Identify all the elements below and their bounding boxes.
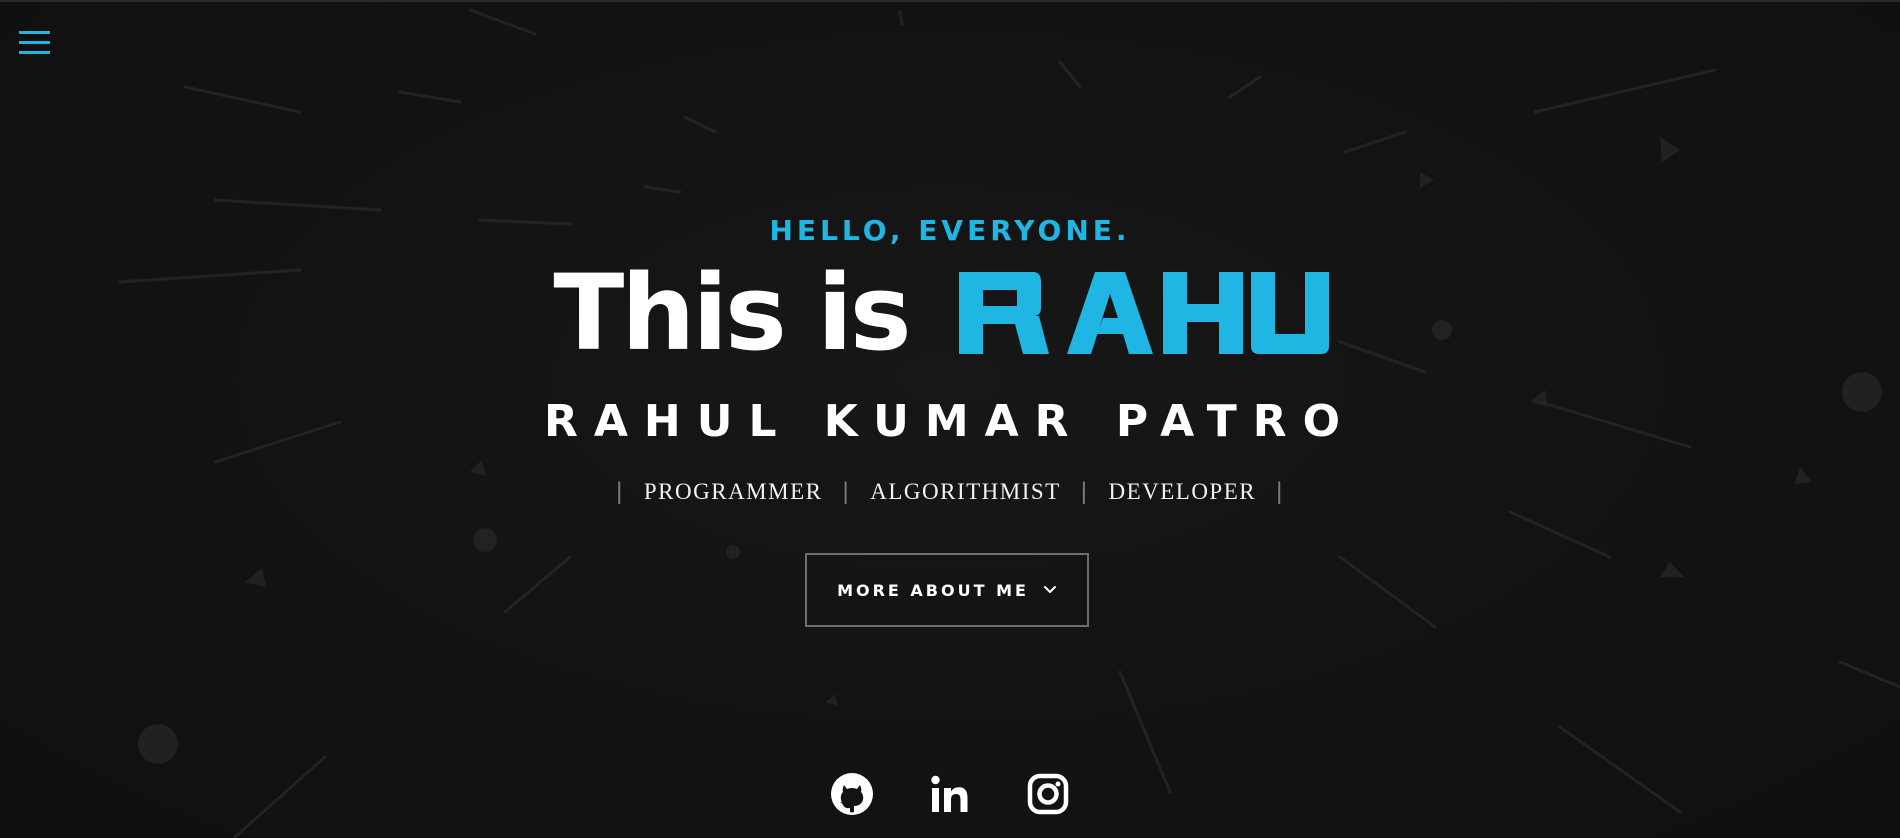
intro-heading: This is — [0, 258, 1900, 368]
rahul-logo — [958, 272, 1329, 354]
github-icon[interactable] — [830, 772, 874, 816]
role-algorithmist: ALGORITHMIST — [870, 479, 1061, 504]
role-separator: | — [616, 478, 624, 505]
more-about-me-button[interactable]: MORE ABOUT ME — [805, 553, 1089, 627]
roles-list: | PROGRAMMER | ALGORITHMIST | DEVELOPER … — [0, 478, 1900, 506]
chevron-down-icon — [1043, 586, 1056, 593]
role-programmer: PROGRAMMER — [643, 479, 823, 504]
intro-prefix-text: This is — [553, 252, 911, 374]
greeting-text: HELLO, EVERYONE. — [769, 214, 1131, 247]
instagram-icon[interactable] — [1026, 772, 1070, 816]
home-page: HELLO, EVERYONE. This is RAHUL KUMAR PAT… — [0, 0, 1900, 838]
linkedin-icon[interactable] — [928, 772, 972, 816]
role-separator: | — [842, 478, 851, 505]
role-separator: | — [1080, 478, 1089, 505]
role-separator: | — [1276, 478, 1284, 505]
social-links — [0, 772, 1900, 816]
more-about-me-label: MORE ABOUT ME — [837, 580, 1029, 600]
hamburger-menu-icon[interactable] — [19, 30, 51, 58]
role-developer: DEVELOPER — [1108, 479, 1257, 504]
full-name: RAHUL KUMAR PATRO — [543, 396, 1357, 447]
